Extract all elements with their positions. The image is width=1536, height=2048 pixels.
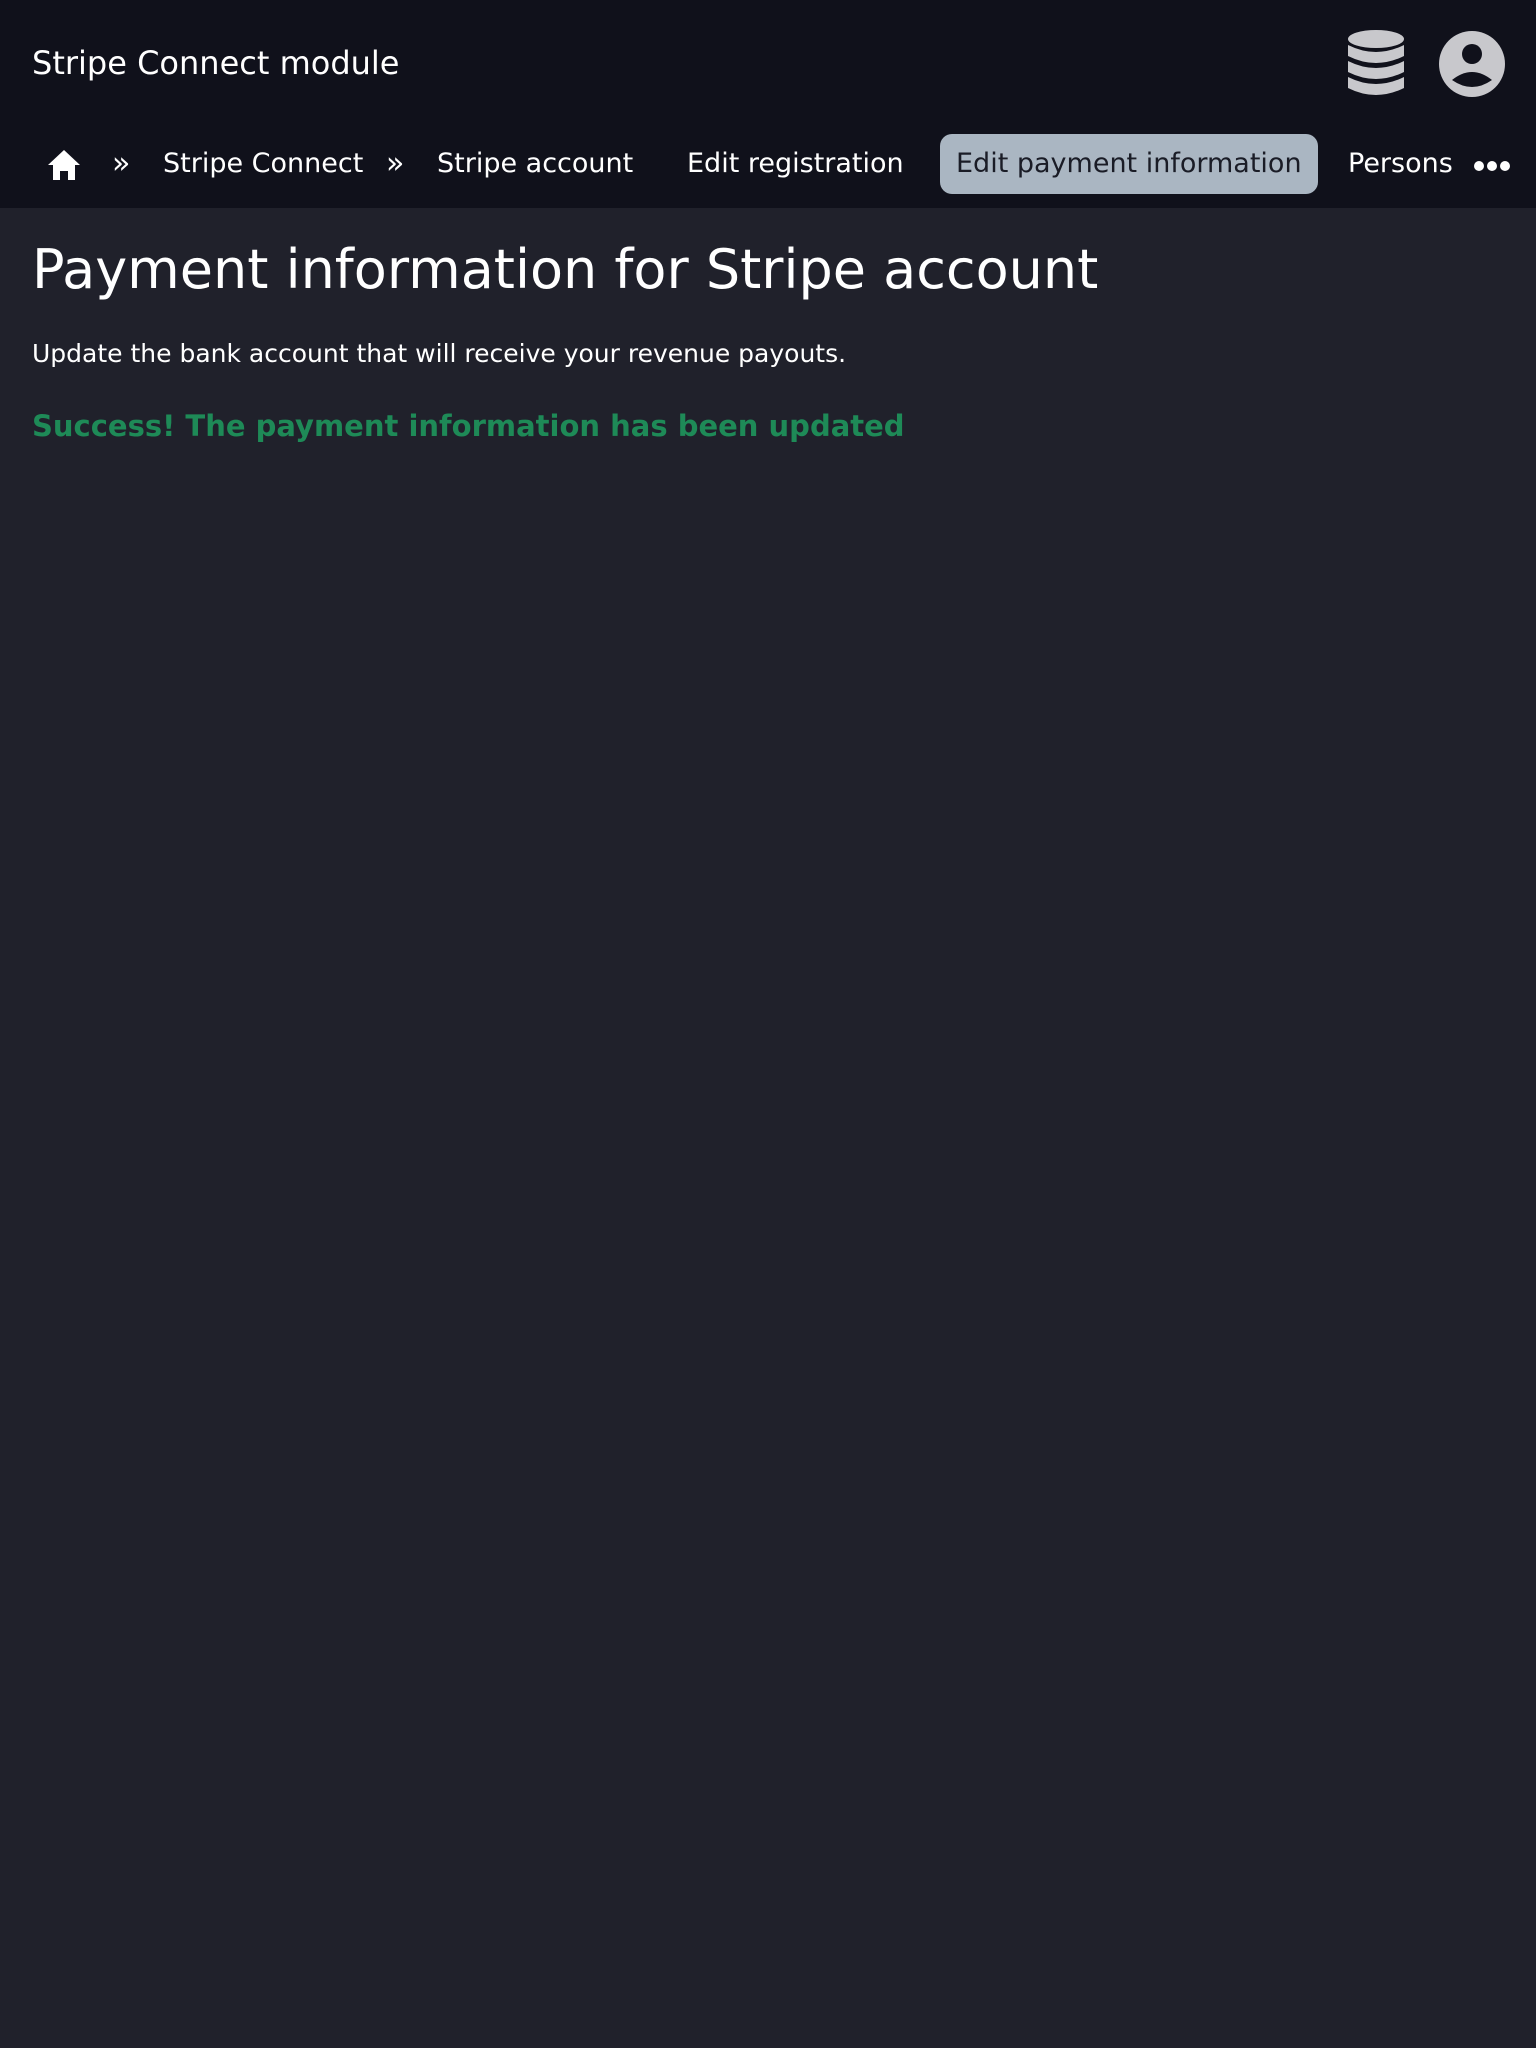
breadcrumb-stripe-account[interactable]: Stripe account	[437, 134, 633, 194]
app-header: Stripe Connect module » Stripe Connect »…	[0, 0, 1536, 208]
tab-edit-payment-information[interactable]: Edit payment information	[940, 134, 1318, 194]
user-account-icon[interactable]	[1436, 28, 1508, 100]
page-title: Payment information for Stripe account	[32, 238, 1099, 301]
breadcrumb-nav: » Stripe Connect » Stripe account Edit r…	[0, 132, 1536, 196]
database-icon[interactable]	[1344, 28, 1408, 100]
breadcrumb-separator: »	[386, 146, 405, 181]
home-icon[interactable]	[46, 148, 82, 182]
tab-persons[interactable]: Persons	[1348, 134, 1453, 194]
breadcrumb-separator: »	[112, 146, 131, 181]
app-title: Stripe Connect module	[32, 44, 400, 82]
page-description: Update the bank account that will receiv…	[32, 339, 847, 368]
breadcrumb-stripe-connect[interactable]: Stripe Connect	[163, 134, 363, 194]
tab-edit-registration[interactable]: Edit registration	[687, 134, 904, 194]
success-message: Success! The payment information has bee…	[32, 409, 905, 443]
more-horizontal-icon[interactable]	[1474, 160, 1510, 172]
